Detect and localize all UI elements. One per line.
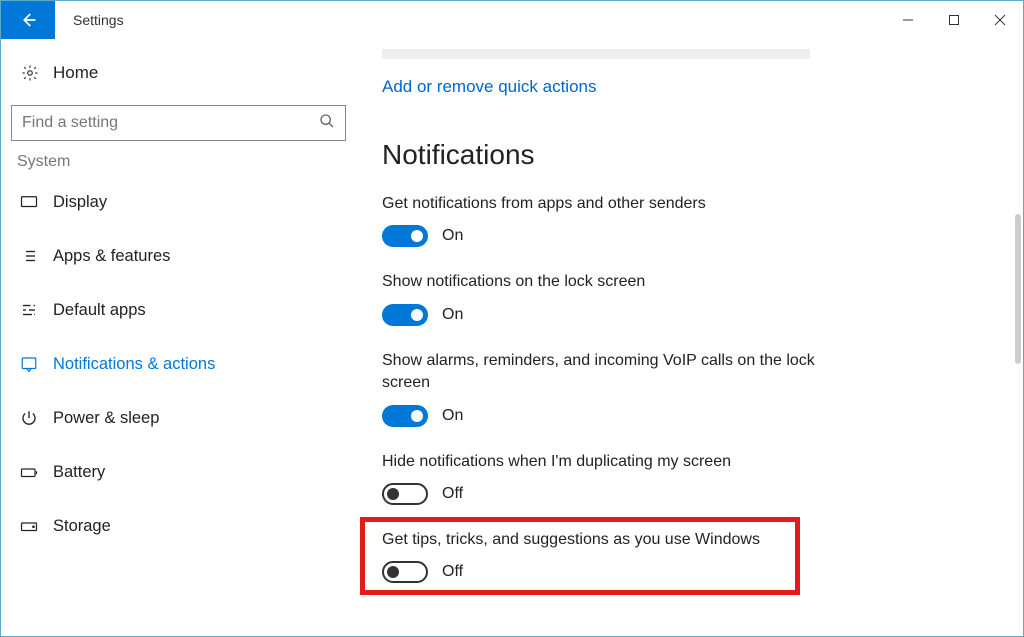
power-icon — [19, 409, 39, 427]
sidebar-item-home[interactable]: Home — [1, 49, 356, 97]
titlebar: Settings — [1, 1, 1023, 39]
toggle-state-label: On — [442, 407, 463, 425]
toggle-state-label: On — [442, 306, 463, 324]
toggle-knob — [411, 230, 423, 242]
toggle-state-label: Off — [442, 485, 463, 503]
defaults-icon — [19, 301, 39, 319]
list-icon — [19, 247, 39, 265]
toggle-switch[interactable] — [382, 225, 428, 247]
setting-description: Get tips, tricks, and suggestions as you… — [382, 529, 862, 551]
app-title: Settings — [73, 12, 124, 28]
sidebar-item-label: Power & sleep — [53, 409, 159, 428]
toggle-knob — [387, 566, 399, 578]
setting-item: Show notifications on the lock screen On — [382, 271, 1023, 325]
sidebar-item-label: Battery — [53, 463, 105, 482]
setting-item: Hide notifications when I'm duplicating … — [382, 451, 1023, 505]
battery-icon — [19, 463, 39, 481]
gear-icon — [19, 64, 41, 82]
scrollbar[interactable] — [1015, 214, 1021, 364]
sidebar-item-label: Default apps — [53, 301, 146, 320]
sidebar-item-display[interactable]: Display — [1, 175, 356, 229]
minimize-icon — [902, 14, 914, 26]
setting-description: Show alarms, reminders, and incoming VoI… — [382, 350, 862, 395]
arrow-left-icon — [19, 11, 37, 29]
setting-item: Get tips, tricks, and suggestions as you… — [382, 529, 1023, 583]
sidebar-item-label: Apps & features — [53, 247, 170, 266]
quick-actions-placeholder — [382, 49, 810, 59]
section-heading: Notifications — [382, 139, 1023, 171]
setting-description: Show notifications on the lock screen — [382, 271, 862, 293]
quick-actions-link[interactable]: Add or remove quick actions — [382, 77, 1023, 97]
toggle-switch[interactable] — [382, 405, 428, 427]
setting-item: Get notifications from apps and other se… — [382, 193, 1023, 247]
search-icon — [319, 113, 335, 134]
sidebar-item-label: Notifications & actions — [53, 355, 215, 374]
toggle-knob — [387, 488, 399, 500]
toggle-switch[interactable] — [382, 483, 428, 505]
storage-icon — [19, 517, 39, 535]
toggle-switch[interactable] — [382, 561, 428, 583]
setting-item: Show alarms, reminders, and incoming VoI… — [382, 350, 1023, 427]
toggle-state-label: Off — [442, 563, 463, 581]
sidebar-item-power-sleep[interactable]: Power & sleep — [1, 391, 356, 445]
sidebar-item-label: Display — [53, 193, 107, 212]
toggle-knob — [411, 410, 423, 422]
sidebar-item-apps-features[interactable]: Apps & features — [1, 229, 356, 283]
maximize-button[interactable] — [931, 1, 977, 39]
display-icon — [19, 193, 39, 211]
setting-description: Hide notifications when I'm duplicating … — [382, 451, 862, 473]
notifications-icon — [19, 355, 39, 373]
sidebar-item-battery[interactable]: Battery — [1, 445, 356, 499]
sidebar-item-notifications-actions[interactable]: Notifications & actions — [1, 337, 356, 391]
sidebar-item-label: Storage — [53, 517, 111, 536]
toggle-knob — [411, 309, 423, 321]
home-label: Home — [53, 63, 98, 83]
minimize-button[interactable] — [885, 1, 931, 39]
back-button[interactable] — [1, 1, 55, 39]
main-content: Add or remove quick actions Notification… — [356, 39, 1023, 636]
search-box[interactable] — [11, 105, 346, 141]
window-controls — [885, 1, 1023, 39]
setting-description: Get notifications from apps and other se… — [382, 193, 862, 215]
toggle-state-label: On — [442, 227, 463, 245]
close-icon — [994, 14, 1006, 26]
sidebar-section-label: System — [1, 153, 356, 175]
close-button[interactable] — [977, 1, 1023, 39]
sidebar-item-storage[interactable]: Storage — [1, 499, 356, 553]
maximize-icon — [948, 14, 960, 26]
toggle-switch[interactable] — [382, 304, 428, 326]
sidebar: Home System Display Apps & features Defaul… — [1, 39, 356, 636]
search-input[interactable] — [22, 114, 319, 132]
sidebar-item-default-apps[interactable]: Default apps — [1, 283, 356, 337]
